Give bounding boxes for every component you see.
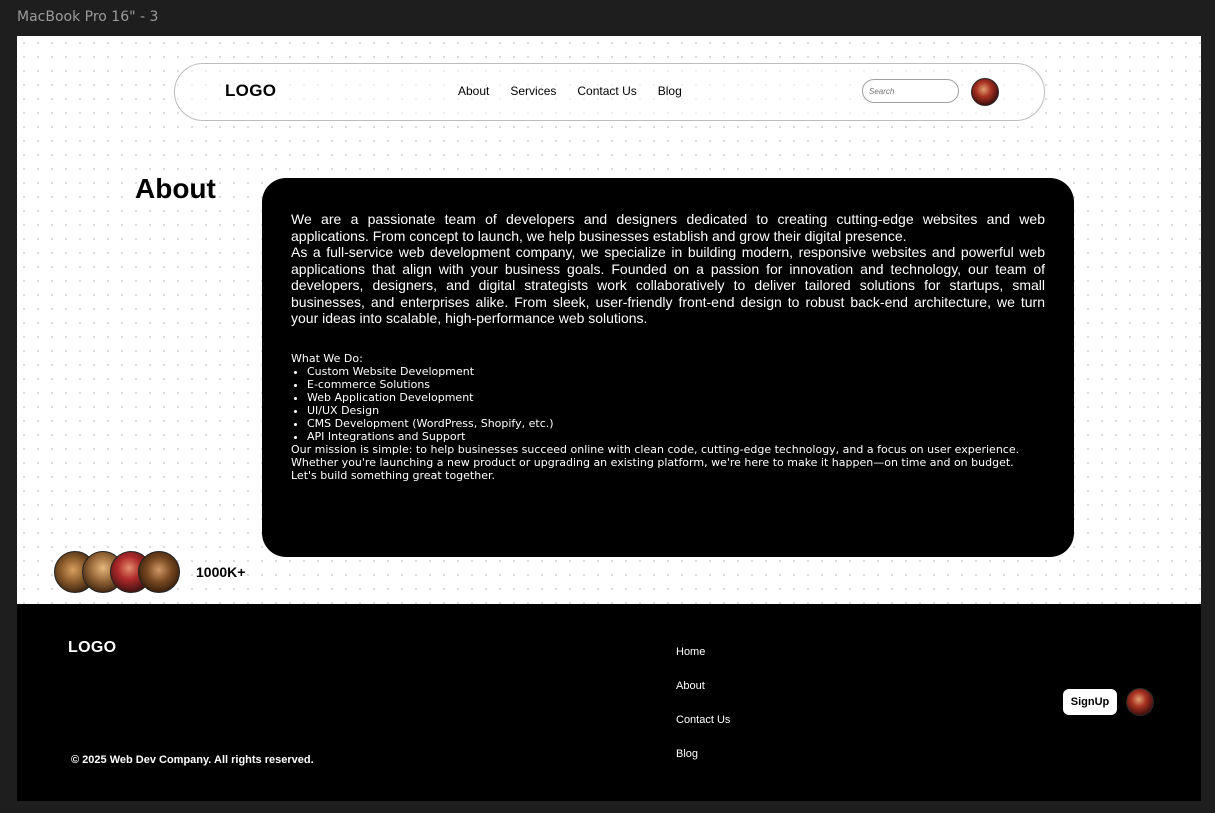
signup-button[interactable]: SignUp <box>1063 689 1117 715</box>
intro-paragraph: We are a passionate team of developers a… <box>291 211 1045 244</box>
about-card: We are a passionate team of developers a… <box>262 178 1074 557</box>
avatar-icon <box>138 551 180 593</box>
nav-link-contact-us[interactable]: Contact Us <box>577 84 636 98</box>
footer: LOGO © 2025 Web Dev Company. All rights … <box>17 604 1201 801</box>
service-item: API Integrations and Support <box>307 430 1045 443</box>
nav-link-services[interactable]: Services <box>510 84 556 98</box>
user-avatar-icon[interactable] <box>971 78 999 106</box>
footer-link-home[interactable]: Home <box>676 645 730 679</box>
footer-link-contact-us[interactable]: Contact Us <box>676 713 730 747</box>
service-item: Web Application Development <box>307 391 1045 404</box>
service-item: E-commerce Solutions <box>307 378 1045 391</box>
nav-link-about[interactable]: About <box>458 84 489 98</box>
what-we-do-title: What We Do: <box>291 352 363 365</box>
frame-label: MacBook Pro 16" - 3 <box>17 9 159 25</box>
search-input[interactable] <box>862 79 959 103</box>
service-item: CMS Development (WordPress, Shopify, etc… <box>307 417 1045 430</box>
footer-links: Home About Contact Us Blog <box>676 645 730 781</box>
page-canvas: LOGO About Services Contact Us Blog Abou… <box>17 36 1201 801</box>
user-avatar-icon[interactable] <box>1126 688 1154 716</box>
about-intro: We are a passionate team of developers a… <box>291 211 1045 327</box>
intro-paragraph: As a full-service web development compan… <box>291 244 1045 326</box>
closing-text: Let's build something great together. <box>291 469 495 482</box>
about-heading: About <box>135 173 216 204</box>
footer-link-about[interactable]: About <box>676 679 730 713</box>
footer-link-blog[interactable]: Blog <box>676 747 730 781</box>
nav-links: About Services Contact Us Blog <box>458 84 703 98</box>
services-list: Custom Website Development E-commerce So… <box>291 365 1045 443</box>
footer-logo[interactable]: LOGO <box>68 639 116 657</box>
copyright-text: © 2025 Web Dev Company. All rights reser… <box>71 754 314 766</box>
service-item: UI/UX Design <box>307 404 1045 417</box>
about-details: What We Do: Custom Website Development E… <box>291 352 1045 482</box>
service-item: Custom Website Development <box>307 365 1045 378</box>
mission-text: Our mission is simple: to help businesse… <box>291 443 1020 469</box>
nav-link-blog[interactable]: Blog <box>658 84 682 98</box>
navbar: LOGO About Services Contact Us Blog <box>174 63 1045 121</box>
avatar-stack <box>54 551 184 593</box>
user-count: 1000K+ <box>196 564 246 580</box>
nav-logo[interactable]: LOGO <box>225 81 276 101</box>
